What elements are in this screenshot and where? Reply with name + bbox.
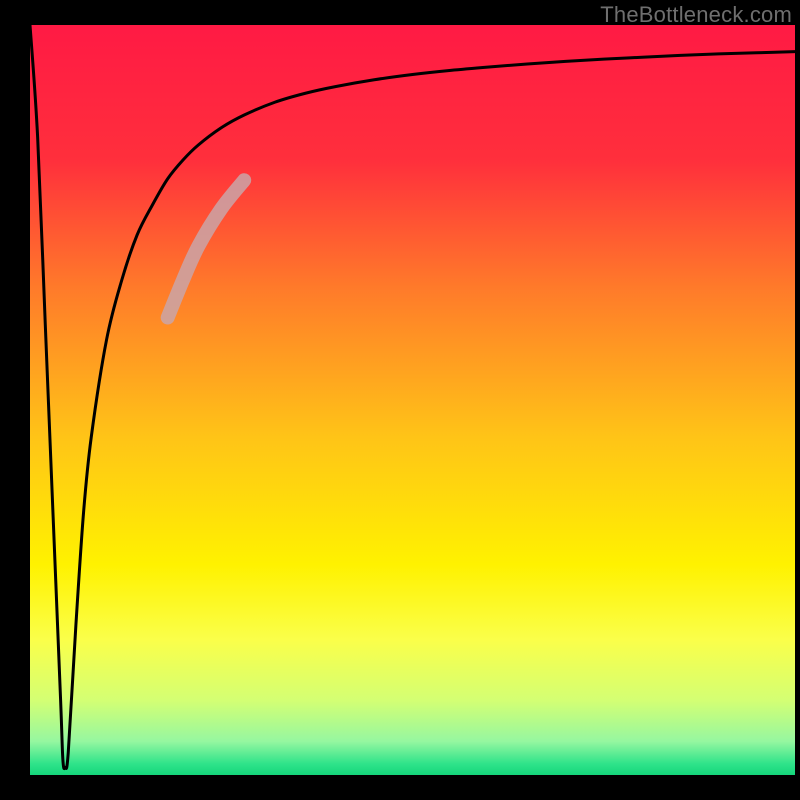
bottleneck-chart: TheBottleneck.com	[0, 0, 800, 800]
chart-svg	[0, 0, 800, 800]
watermark-text: TheBottleneck.com	[600, 2, 792, 28]
frame-left	[0, 0, 30, 800]
plot-background-gradient	[30, 25, 795, 775]
frame-bottom	[0, 775, 800, 800]
frame-right	[795, 0, 800, 800]
